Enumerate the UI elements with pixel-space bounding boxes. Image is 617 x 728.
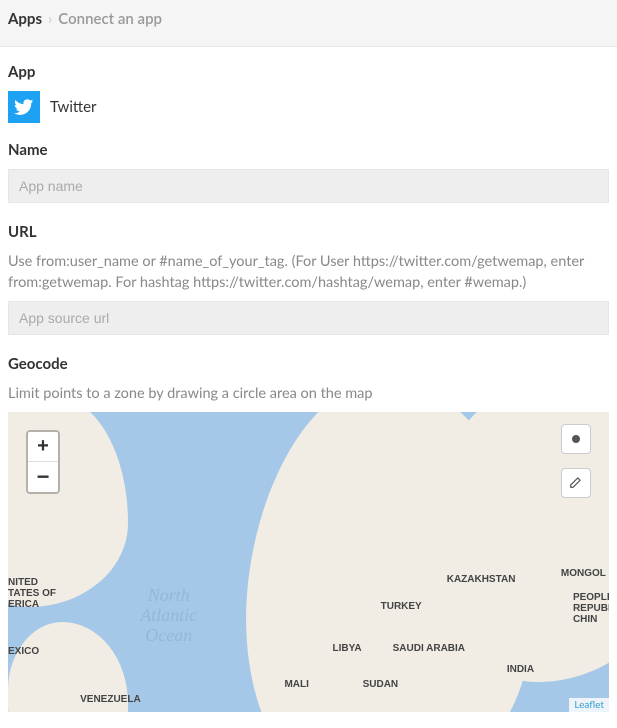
map-label-mali: MALI (284, 679, 308, 690)
twitter-icon (8, 91, 40, 123)
map-ocean-label: North Atlantic Ocean (140, 586, 197, 645)
map-label-mexico: EXICO (8, 646, 39, 657)
draw-controls (561, 424, 591, 498)
geocode-label: Geocode (8, 355, 609, 373)
breadcrumb-root[interactable]: Apps (8, 10, 42, 28)
map-label-india: INDIA (507, 664, 534, 675)
zoom-control: + − (26, 430, 60, 494)
app-label: App (8, 63, 609, 81)
breadcrumb: Apps › Connect an app (0, 0, 617, 47)
map-label-mongol: MONGOL (561, 568, 606, 579)
circle-icon (572, 435, 580, 443)
breadcrumb-separator: › (48, 10, 52, 28)
app-name: Twitter (50, 98, 97, 116)
map-label-venezuela: VENEZUELA (80, 694, 141, 705)
name-input[interactable] (8, 169, 609, 203)
edit-icon (569, 475, 583, 492)
map-attribution[interactable]: Leaflet (569, 698, 609, 712)
draw-circle-button[interactable] (561, 424, 591, 454)
url-input[interactable] (8, 301, 609, 335)
breadcrumb-current: Connect an app (58, 10, 162, 28)
app-row: Twitter (8, 91, 609, 123)
map-label-us: NITED TATES OF ERICA (8, 577, 56, 610)
edit-shape-button[interactable] (561, 468, 591, 498)
geocode-helper: Limit points to a zone by drawing a circ… (8, 383, 609, 404)
map[interactable]: North Atlantic Ocean NITED TATES OF ERIC… (8, 412, 609, 712)
map-label-libya: LIBYA (333, 643, 362, 654)
name-label: Name (8, 141, 609, 159)
url-label: URL (8, 223, 609, 241)
map-label-turkey: TURKEY (381, 601, 422, 612)
zoom-in-button[interactable]: + (28, 432, 58, 462)
map-label-china: PEOPLE REPUBLI CHIN (573, 592, 609, 625)
map-label-saudi: SAUDI ARABIA (393, 643, 465, 654)
zoom-out-button[interactable]: − (28, 462, 58, 492)
url-helper: Use from:user_name or #name_of_your_tag.… (8, 251, 609, 293)
map-label-kazakhstan: KAZAKHSTAN (447, 574, 516, 585)
map-label-sudan: SUDAN (363, 679, 399, 690)
